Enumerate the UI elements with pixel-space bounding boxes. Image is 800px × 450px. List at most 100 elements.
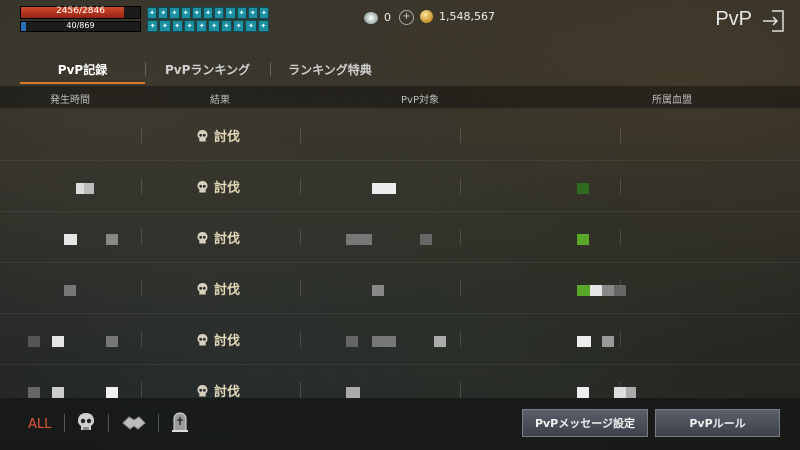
censored-block <box>106 387 118 398</box>
row-divider <box>300 127 301 143</box>
gem-icon <box>364 11 378 24</box>
censored-block <box>577 336 591 347</box>
buff-icon[interactable]: ✦ <box>169 7 180 19</box>
result-text: 討伐 <box>214 334 241 349</box>
exit-icon <box>763 10 784 32</box>
buff-icon[interactable]: ✦ <box>208 20 220 32</box>
row-divider <box>620 331 621 347</box>
buff-icon[interactable]: ✦ <box>245 20 257 32</box>
row-divider <box>460 280 461 296</box>
filter-kill[interactable] <box>75 411 97 433</box>
result-cell: 討伐 <box>196 279 240 298</box>
censored-block <box>434 336 446 347</box>
hp-text: 2456/2846 <box>56 6 105 16</box>
buff-icon[interactable]: ✦ <box>258 7 270 19</box>
censored-block <box>577 234 589 245</box>
add-gem-button[interactable]: + <box>399 10 414 25</box>
buff-icon[interactable]: ✦ <box>191 7 202 19</box>
buff-icon[interactable]: ✦ <box>225 7 236 19</box>
result-text: 討伐 <box>214 283 241 298</box>
column-target: PvP対象 <box>401 95 439 106</box>
row-divider <box>460 127 461 143</box>
tab-pvp-record[interactable]: PvP記録 <box>20 56 145 84</box>
censored-block <box>626 387 636 398</box>
censored-block <box>372 183 396 194</box>
row-divider <box>300 382 301 398</box>
buff-icon[interactable]: ✦ <box>236 7 247 19</box>
buff-icon[interactable]: ✦ <box>196 20 208 32</box>
table-row[interactable]: 討伐 <box>0 365 800 400</box>
filter-all[interactable]: ALL <box>28 417 51 432</box>
column-clan: 所属血盟 <box>652 95 692 106</box>
gold-coin-icon <box>420 10 433 23</box>
buff-icon[interactable]: ✦ <box>159 20 171 32</box>
censored-block <box>106 336 118 347</box>
filter-divider <box>158 414 159 432</box>
table-row[interactable]: 討伐 <box>0 314 800 365</box>
censored-block <box>372 336 396 347</box>
censored-block <box>64 234 77 245</box>
row-divider <box>300 280 301 296</box>
censored-block <box>346 234 372 245</box>
tab-ranking-rewards[interactable]: ランキング特典 <box>270 56 390 82</box>
censored-block <box>28 387 40 398</box>
buff-icon[interactable]: ✦ <box>247 7 258 19</box>
censored-block <box>602 336 614 347</box>
skull-icon <box>197 282 208 294</box>
censored-block <box>28 336 40 347</box>
row-divider <box>300 229 301 245</box>
buff-icon[interactable]: ✦ <box>202 7 214 19</box>
row-divider <box>141 331 142 347</box>
buff-icon[interactable]: ✦ <box>180 7 191 19</box>
skull-icon <box>197 129 208 141</box>
row-divider <box>141 127 142 143</box>
censored-block <box>52 336 64 347</box>
tab-divider <box>270 62 271 76</box>
result-cell: 討伐 <box>196 330 240 349</box>
result-cell: 討伐 <box>196 126 240 145</box>
buff-icon[interactable]: ✦ <box>220 20 233 32</box>
tab-pvp-ranking[interactable]: PvPランキング <box>145 56 270 82</box>
table-row[interactable]: 討伐 <box>0 212 800 263</box>
buff-row: ✦ ✦ ✦ ✦ ✦ ✦ ✦ ✦ ✦ ✦ <box>147 20 269 32</box>
result-cell: 討伐 <box>196 228 240 247</box>
row-divider <box>300 178 301 194</box>
skull-icon <box>78 413 94 430</box>
row-divider <box>620 229 621 245</box>
buff-icons[interactable]: ✦ ✦ ✦ ✦ ✦ ✦ ✦ ✦ ✦ ✦ ✦ ✦ ✦ ✦ ✦ ✦ ✦ ✦ ✦ ✦ ✦ <box>147 7 270 33</box>
censored-block <box>577 387 589 398</box>
row-divider <box>460 229 461 245</box>
censored-block <box>590 285 602 296</box>
exit-button[interactable] <box>760 8 786 34</box>
buff-icon[interactable]: ✦ <box>183 20 196 32</box>
filter-death[interactable] <box>169 411 191 433</box>
censored-block <box>106 234 118 245</box>
pvp-record-list[interactable]: 討伐 討伐 討伐 討伐 討伐 討伐 <box>0 110 800 400</box>
hp-bar: 2456/2846 <box>20 6 141 19</box>
buff-icon[interactable]: ✦ <box>147 7 158 19</box>
result-text: 討伐 <box>214 181 241 196</box>
buff-icon[interactable]: ✦ <box>158 7 169 19</box>
column-result: 結果 <box>210 95 230 106</box>
buff-icon[interactable]: ✦ <box>147 20 159 32</box>
gem-currency: 0 + <box>364 10 414 25</box>
buff-icon[interactable]: ✦ <box>171 20 183 32</box>
table-row[interactable]: 討伐 <box>0 161 800 212</box>
result-text: 討伐 <box>214 232 241 247</box>
buff-icon[interactable]: ✦ <box>214 7 225 19</box>
filter-divider <box>64 414 65 432</box>
result-text: 討伐 <box>214 130 241 145</box>
buff-icon[interactable]: ✦ <box>257 20 269 32</box>
row-divider <box>460 178 461 194</box>
pvp-rules-button[interactable]: PvPルール <box>655 409 780 437</box>
censored-block <box>346 387 360 398</box>
tab-divider <box>145 62 146 76</box>
gem-count: 0 <box>384 11 391 24</box>
filter-assist[interactable] <box>121 411 147 433</box>
table-row[interactable]: 討伐 <box>0 110 800 161</box>
buff-icon[interactable]: ✦ <box>233 20 245 32</box>
pvp-message-settings-button[interactable]: PvPメッセージ設定 <box>522 409 648 437</box>
result-cell: 討伐 <box>196 177 240 196</box>
table-row[interactable]: 討伐 <box>0 263 800 314</box>
censored-block <box>577 285 591 296</box>
